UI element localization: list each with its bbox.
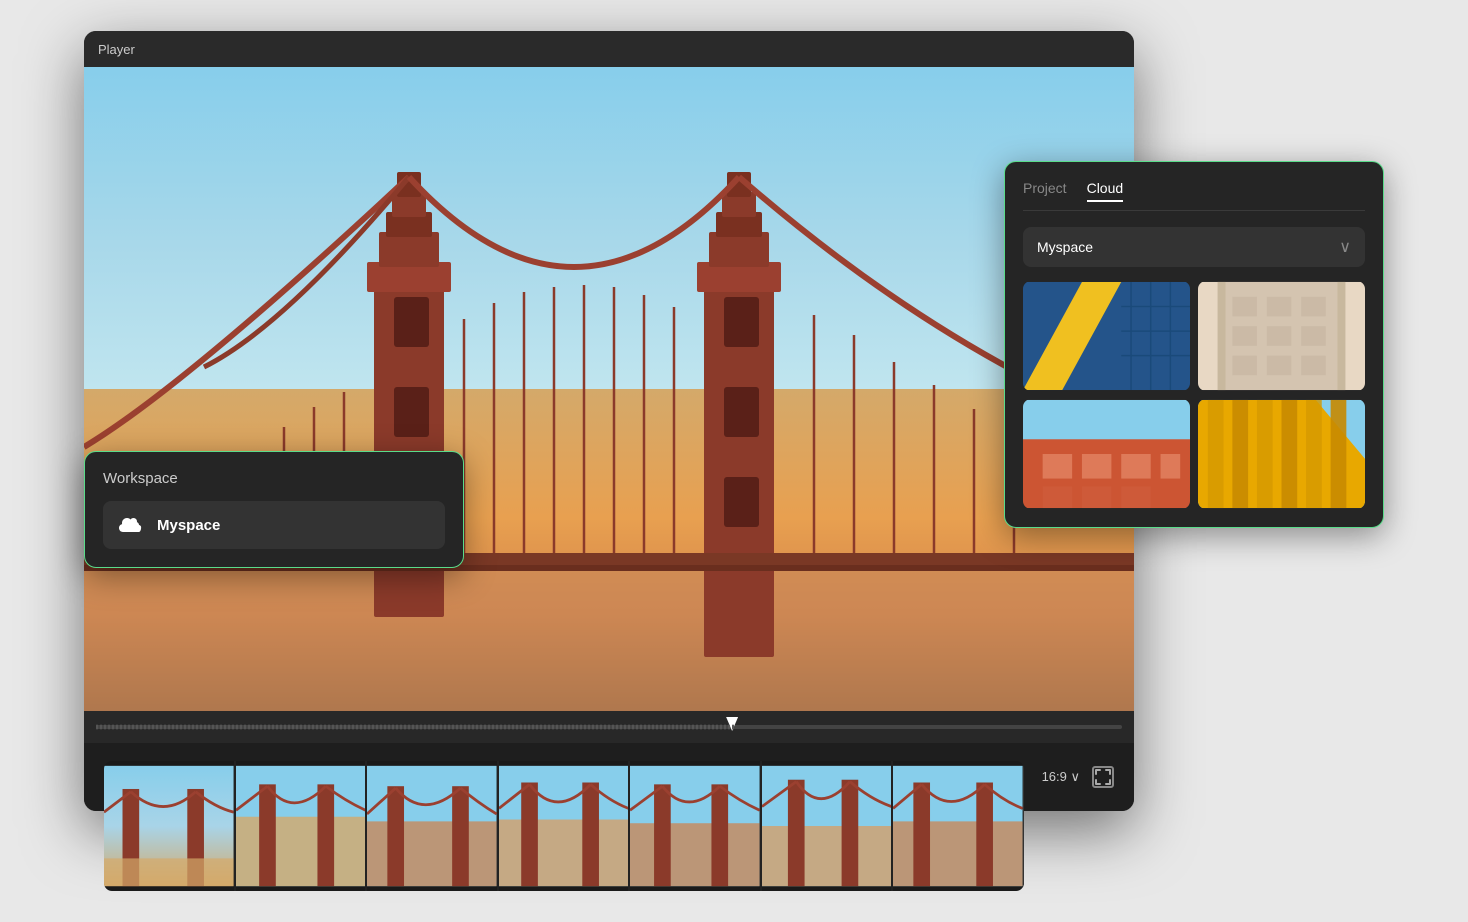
cloud-dropdown-label: Myspace: [1037, 239, 1093, 255]
cloud-thumb-4[interactable]: [1198, 399, 1365, 509]
cloud-panel: Project Cloud Myspace ∨: [1004, 161, 1384, 528]
cloud-thumbnail-grid: [1023, 281, 1365, 509]
filmstrip: [104, 761, 1024, 891]
workspace-item-myspace[interactable]: Myspace: [103, 501, 445, 549]
film-frame: [762, 761, 894, 891]
cloud-thumb-1[interactable]: [1023, 281, 1190, 391]
film-frame: [630, 761, 762, 891]
aspect-ratio-label: 16:9 ∨: [1042, 769, 1080, 785]
film-frame: [236, 761, 368, 891]
workspace-item-label: Myspace: [157, 517, 220, 534]
player-video-area: [84, 67, 1134, 711]
tab-cloud[interactable]: Cloud: [1087, 180, 1124, 202]
tab-project[interactable]: Project: [1023, 180, 1067, 202]
player-titlebar: Player: [84, 31, 1134, 67]
player-title: Player: [98, 42, 135, 57]
cloud-panel-tabs: Project Cloud: [1023, 180, 1365, 211]
video-frame: [84, 67, 1134, 711]
cloud-thumb-3[interactable]: [1023, 399, 1190, 509]
workspace-title: Workspace: [103, 470, 445, 487]
player-window: Player: [84, 31, 1134, 811]
fullscreen-button[interactable]: [1092, 766, 1114, 788]
film-frame: [893, 761, 1024, 891]
timeline-track[interactable]: // will be rendered by JS below: [96, 725, 1122, 729]
cloud-thumb-2[interactable]: [1198, 281, 1365, 391]
film-frame: [499, 761, 631, 891]
bridge-illustration: [84, 67, 1134, 711]
film-frame: [367, 761, 499, 891]
chevron-down-icon: ∨: [1339, 237, 1351, 257]
film-frame: [104, 761, 236, 891]
cloud-dropdown[interactable]: Myspace ∨: [1023, 227, 1365, 267]
cloud-icon: [117, 511, 145, 539]
timeline-bar[interactable]: // will be rendered by JS below: [84, 711, 1134, 743]
aspect-ratio-selector[interactable]: 16:9 ∨: [1042, 769, 1080, 785]
workspace-panel: Workspace Myspace: [84, 451, 464, 568]
